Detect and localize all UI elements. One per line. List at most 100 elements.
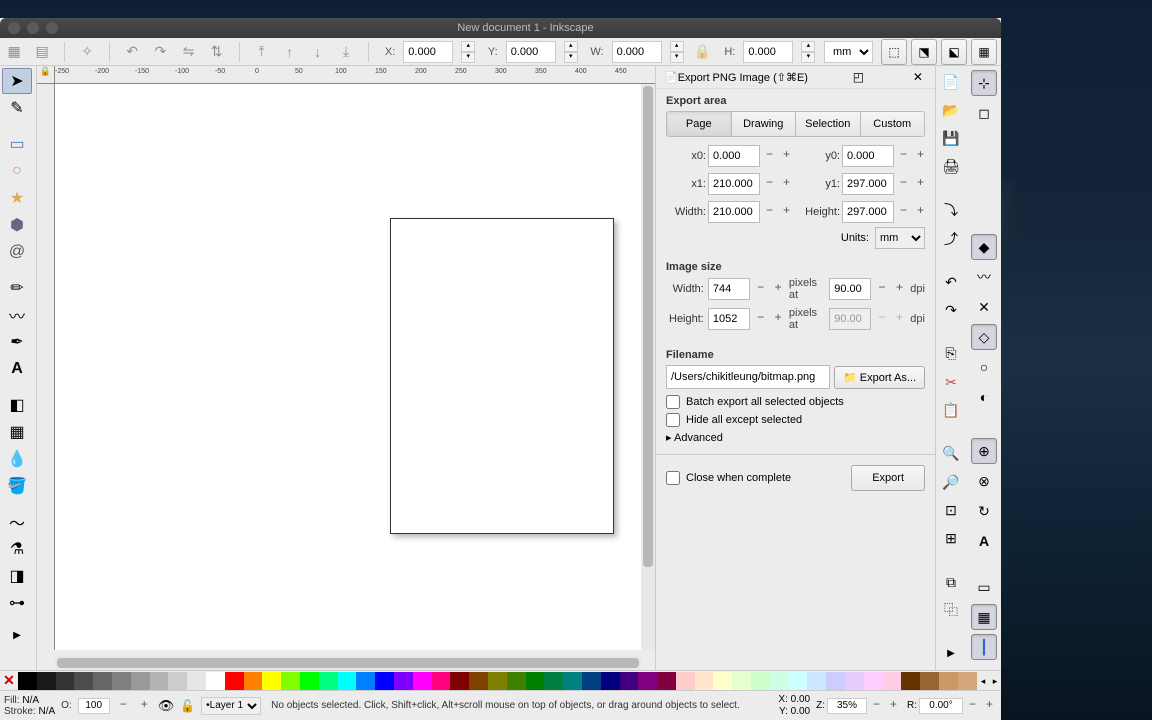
duplicate-icon[interactable]: ⧉ bbox=[938, 570, 964, 594]
color-swatch[interactable] bbox=[601, 672, 620, 690]
color-swatch[interactable] bbox=[244, 672, 263, 690]
snap-nodes-icon[interactable]: ◆ bbox=[971, 234, 997, 260]
w-minus[interactable]: − bbox=[762, 203, 777, 221]
export-tab-drawing[interactable]: Drawing bbox=[732, 112, 797, 136]
color-swatch[interactable] bbox=[807, 672, 826, 690]
lock-aspect-icon[interactable]: 🔒 bbox=[692, 41, 712, 63]
o-plus[interactable]: + bbox=[137, 697, 152, 715]
color-swatch[interactable] bbox=[939, 672, 958, 690]
affect-gradient-icon[interactable]: ⬕ bbox=[941, 39, 967, 65]
color-swatch[interactable] bbox=[920, 672, 939, 690]
bezier-tool[interactable]: 〰 bbox=[2, 302, 32, 328]
color-swatch[interactable] bbox=[281, 672, 300, 690]
more-tools-icon[interactable]: ▶ bbox=[2, 622, 32, 648]
palette-no-color[interactable]: ✕ bbox=[0, 672, 18, 690]
z-plus[interactable]: + bbox=[886, 697, 901, 715]
export-tab-custom[interactable]: Custom bbox=[861, 112, 925, 136]
export-tab-selection[interactable]: Selection bbox=[796, 112, 861, 136]
color-swatch[interactable] bbox=[883, 672, 902, 690]
color-swatch[interactable] bbox=[93, 672, 112, 690]
color-swatch[interactable] bbox=[845, 672, 864, 690]
snap-cusp-icon[interactable]: ◇ bbox=[971, 324, 997, 350]
x0-plus[interactable]: + bbox=[779, 147, 794, 165]
z-minus[interactable]: − bbox=[869, 697, 884, 715]
export-filename-input[interactable] bbox=[666, 365, 830, 389]
gradient-tool[interactable]: ◧ bbox=[2, 392, 32, 418]
color-swatch[interactable] bbox=[206, 672, 225, 690]
export-y0-input[interactable] bbox=[842, 145, 894, 167]
unit-select[interactable]: mm bbox=[824, 41, 873, 63]
advanced-toggle[interactable]: ▸ Advanced bbox=[666, 431, 925, 444]
color-swatch[interactable] bbox=[187, 672, 206, 690]
h-input[interactable] bbox=[743, 41, 793, 63]
rotate-cw-icon[interactable]: ↷ bbox=[150, 41, 170, 63]
copy-icon[interactable]: ⎘ bbox=[938, 342, 964, 366]
circle-tool[interactable]: ○ bbox=[2, 158, 32, 184]
panel-close-icon[interactable]: ✕ bbox=[909, 70, 927, 84]
node-tool[interactable]: ✎ bbox=[2, 95, 32, 121]
snap-text-icon[interactable]: A bbox=[971, 528, 997, 554]
x1-plus[interactable]: + bbox=[779, 175, 794, 193]
snap-bbox-icon[interactable]: ◻ bbox=[971, 100, 997, 126]
paint-bucket-tool[interactable]: 🪣 bbox=[2, 473, 32, 499]
color-swatch[interactable] bbox=[695, 672, 714, 690]
export-img-height-input[interactable] bbox=[708, 308, 750, 330]
color-swatch[interactable] bbox=[56, 672, 75, 690]
d1-plus[interactable]: + bbox=[893, 280, 907, 298]
export-icon[interactable]: ⤴ bbox=[938, 227, 964, 251]
o-minus[interactable]: − bbox=[116, 697, 131, 715]
maximize-window[interactable] bbox=[46, 22, 58, 34]
color-swatch[interactable] bbox=[74, 672, 93, 690]
zoom-fit-icon[interactable]: ⊡ bbox=[938, 498, 964, 522]
x1-minus[interactable]: − bbox=[762, 175, 777, 193]
color-swatch[interactable] bbox=[563, 672, 582, 690]
clone-icon[interactable]: ⿻ bbox=[938, 598, 964, 622]
color-swatch[interactable] bbox=[620, 672, 639, 690]
color-swatch[interactable] bbox=[168, 672, 187, 690]
export-dpi1-input[interactable] bbox=[829, 278, 871, 300]
flip-h-icon[interactable]: ⇋ bbox=[178, 41, 198, 63]
color-swatch[interactable] bbox=[300, 672, 319, 690]
export-width-input[interactable] bbox=[708, 201, 760, 223]
color-swatch[interactable] bbox=[375, 672, 394, 690]
color-swatch[interactable] bbox=[432, 672, 451, 690]
tweak-tool[interactable]: 〜 bbox=[2, 509, 32, 535]
color-swatch[interactable] bbox=[732, 672, 751, 690]
paste-icon[interactable]: 📋 bbox=[938, 398, 964, 422]
close-window[interactable] bbox=[8, 22, 20, 34]
color-swatch[interactable] bbox=[507, 672, 526, 690]
snap-other-icon[interactable]: ⊕ bbox=[971, 438, 997, 464]
iw-plus[interactable]: + bbox=[771, 280, 785, 298]
color-swatch[interactable] bbox=[751, 672, 770, 690]
affect-corners-icon[interactable]: ⬔ bbox=[911, 39, 937, 65]
vertical-ruler[interactable] bbox=[37, 84, 55, 650]
3dbox-tool[interactable]: ⬢ bbox=[2, 212, 32, 238]
ih-plus[interactable]: + bbox=[771, 310, 785, 328]
pencil-tool[interactable]: ✏ bbox=[2, 275, 32, 301]
snap-path-icon[interactable]: 〰 bbox=[971, 264, 997, 290]
export-button[interactable]: Export bbox=[851, 465, 925, 491]
color-swatch[interactable] bbox=[770, 672, 789, 690]
layer-lock-icon[interactable]: 🔓 bbox=[180, 699, 195, 713]
minimize-window[interactable] bbox=[27, 22, 39, 34]
export-tab-page[interactable]: Page bbox=[667, 112, 732, 136]
canvas[interactable] bbox=[55, 84, 655, 650]
spiral-tool[interactable]: @ bbox=[2, 239, 32, 265]
print-icon[interactable]: 🖨 bbox=[938, 155, 964, 179]
snap-grid-icon[interactable]: ▦ bbox=[971, 604, 997, 630]
horizontal-ruler[interactable]: -250-200-150-100-50050100150200250300350… bbox=[55, 66, 655, 84]
selector-tool[interactable]: ➤ bbox=[2, 68, 32, 94]
ih-minus[interactable]: − bbox=[754, 310, 768, 328]
y1-plus[interactable]: + bbox=[913, 175, 928, 193]
affect-stroke-icon[interactable]: ⬚ bbox=[881, 39, 907, 65]
snap-page-icon[interactable]: ▭ bbox=[971, 574, 997, 600]
raise-icon[interactable]: ↑ bbox=[280, 41, 300, 63]
snap-intersect-icon[interactable]: ✕ bbox=[971, 294, 997, 320]
undo-icon[interactable]: ↶ bbox=[938, 270, 964, 294]
zoom-in-icon[interactable]: 🔍 bbox=[938, 442, 964, 466]
close-when-complete-checkbox[interactable] bbox=[666, 471, 680, 485]
color-swatch[interactable] bbox=[901, 672, 920, 690]
dropper-tool[interactable]: 💧 bbox=[2, 446, 32, 472]
w-input[interactable] bbox=[612, 41, 662, 63]
visibility-icon[interactable]: 👁 bbox=[158, 698, 175, 714]
